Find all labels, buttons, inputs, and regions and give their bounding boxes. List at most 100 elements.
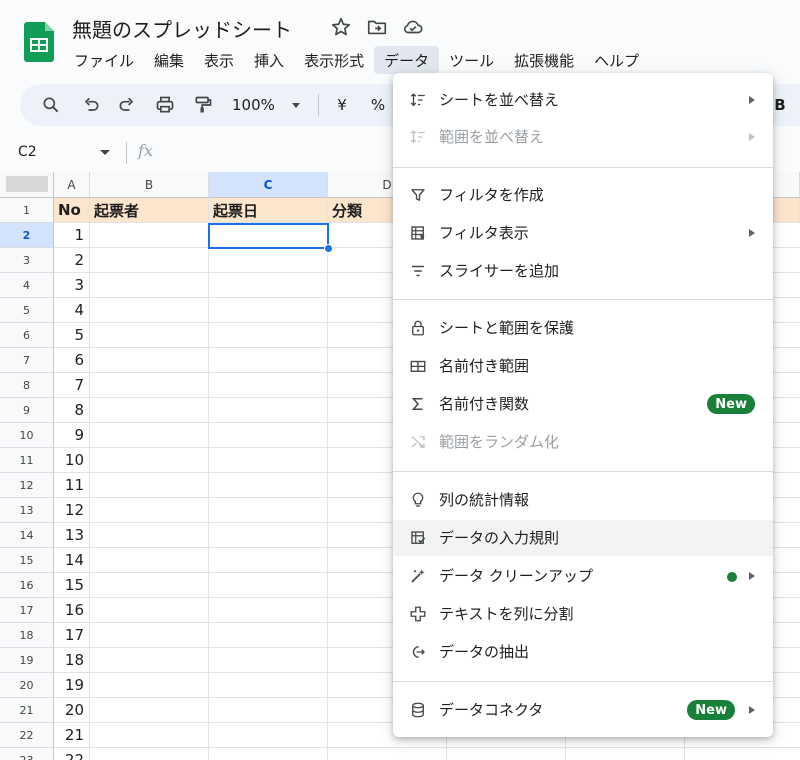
row-header[interactable]: 14 (0, 523, 54, 548)
menu-item-named-functions[interactable]: 名前付き関数 New (393, 386, 773, 422)
row-header[interactable]: 1 (0, 198, 54, 223)
search-menus-button[interactable] (40, 94, 62, 116)
row-header[interactable]: 5 (0, 298, 54, 323)
cell-no[interactable]: 14 (54, 548, 90, 573)
menu-item-label: 名前付き関数 (439, 395, 530, 413)
name-box[interactable]: C2 (18, 144, 37, 160)
row-header[interactable]: 20 (0, 673, 54, 698)
menu-item-data-connectors[interactable]: データコネクタ New (393, 692, 773, 728)
cell-no[interactable]: 10 (54, 448, 90, 473)
cell-no[interactable]: 1 (54, 223, 90, 248)
menu-format[interactable]: 表示形式 (294, 46, 374, 74)
menu-item-named-ranges[interactable]: 名前付き範囲 (393, 348, 773, 384)
cell-b1[interactable]: 起票者 (90, 198, 209, 223)
undo-button[interactable] (80, 94, 102, 116)
column-header-c[interactable]: C (209, 172, 328, 198)
row-header[interactable]: 7 (0, 348, 54, 373)
cell-no[interactable]: 8 (54, 398, 90, 423)
fill-handle[interactable] (324, 244, 333, 253)
row-header[interactable]: 10 (0, 423, 54, 448)
cell-no[interactable]: 11 (54, 473, 90, 498)
menu-extensions[interactable]: 拡張機能 (504, 46, 584, 74)
cell-no[interactable]: 21 (54, 723, 90, 748)
column-header-b[interactable]: B (90, 172, 209, 198)
cell-no[interactable]: 16 (54, 598, 90, 623)
cell-no[interactable]: 22 (54, 748, 90, 760)
cell-no[interactable]: 17 (54, 623, 90, 648)
menu-view[interactable]: 表示 (194, 46, 244, 74)
row-header[interactable]: 23 (0, 748, 54, 760)
menu-item-column-stats[interactable]: 列の統計情報 (393, 482, 773, 518)
menu-file[interactable]: ファイル (64, 46, 144, 74)
cell-no[interactable]: 13 (54, 523, 90, 548)
menu-item-label: 列の統計情報 (439, 491, 530, 509)
star-icon[interactable] (330, 16, 352, 38)
row-header[interactable]: 16 (0, 573, 54, 598)
cell-no[interactable]: 6 (54, 348, 90, 373)
cell-no[interactable]: 3 (54, 273, 90, 298)
menu-item-data-cleanup[interactable]: データ クリーンアップ (393, 558, 773, 594)
redo-button[interactable] (116, 94, 138, 116)
sheets-logo-icon[interactable] (24, 22, 54, 62)
cell-no[interactable]: 7 (54, 373, 90, 398)
menu-edit[interactable]: 編集 (144, 46, 194, 74)
row-header[interactable]: 13 (0, 498, 54, 523)
menu-insert[interactable]: 挿入 (244, 46, 294, 74)
row-header[interactable]: 2 (0, 223, 54, 248)
active-cell-c2[interactable] (208, 223, 329, 249)
menu-item-split-text[interactable]: テキストを列に分割 (393, 596, 773, 632)
row-header[interactable]: 11 (0, 448, 54, 473)
document-title[interactable]: 無題のスプレッドシート (72, 14, 292, 43)
zoom-dropdown-arrow[interactable] (290, 94, 302, 116)
cloud-saved-icon[interactable] (402, 16, 424, 38)
menu-item-create-filter[interactable]: フィルタを作成 (393, 177, 773, 213)
zoom-select[interactable]: 100% (232, 94, 280, 116)
row-header[interactable]: 4 (0, 273, 54, 298)
currency-format-button[interactable]: ¥ (334, 94, 350, 116)
row-header[interactable]: 18 (0, 623, 54, 648)
cell-a1[interactable]: No (54, 198, 90, 223)
cell-no[interactable]: 12 (54, 498, 90, 523)
bold-button[interactable]: B (772, 94, 788, 116)
menu-data[interactable]: データ (374, 46, 440, 74)
row-header[interactable]: 6 (0, 323, 54, 348)
row-header[interactable]: 19 (0, 648, 54, 673)
menu-tools[interactable]: ツール (439, 46, 504, 74)
row-header[interactable]: 8 (0, 373, 54, 398)
cell-c1[interactable]: 起票日 (209, 198, 328, 223)
cell-no[interactable]: 15 (54, 573, 90, 598)
row-header[interactable]: 9 (0, 398, 54, 423)
percent-format-button[interactable]: % (370, 94, 386, 116)
paint-format-button[interactable] (192, 94, 214, 116)
row-header[interactable]: 12 (0, 473, 54, 498)
print-button[interactable] (154, 94, 176, 116)
cell-no[interactable]: 4 (54, 298, 90, 323)
row-header[interactable]: 21 (0, 698, 54, 723)
cell-no[interactable]: 9 (54, 423, 90, 448)
menu-item-sort-sheet[interactable]: シートを並べ替え (393, 82, 773, 118)
menu-item-sort-range[interactable]: 範囲を並べ替え (393, 119, 773, 155)
move-folder-icon[interactable] (366, 16, 388, 38)
menu-item-randomize-range[interactable]: 範囲をランダム化 (393, 424, 773, 460)
shuffle-icon (407, 432, 429, 452)
select-all-corner[interactable] (0, 172, 54, 198)
menu-item-filter-views[interactable]: フィルタ表示 (393, 215, 773, 251)
cell-no[interactable]: 18 (54, 648, 90, 673)
menu-item-label: データ クリーンアップ (439, 567, 594, 585)
row-header[interactable]: 17 (0, 598, 54, 623)
row-header[interactable]: 22 (0, 723, 54, 748)
filter-icon (407, 185, 429, 205)
cell-no[interactable]: 5 (54, 323, 90, 348)
cell-no[interactable]: 20 (54, 698, 90, 723)
menu-item-add-slicer[interactable]: スライサーを追加 (393, 253, 773, 289)
menu-item-data-validation[interactable]: データの入力規則 (393, 520, 773, 556)
cell-no[interactable]: 19 (54, 673, 90, 698)
cell-no[interactable]: 2 (54, 248, 90, 273)
column-header-a[interactable]: A (54, 172, 90, 198)
name-box-caret-icon[interactable] (100, 150, 110, 155)
menu-help[interactable]: ヘルプ (584, 46, 649, 74)
row-header[interactable]: 3 (0, 248, 54, 273)
row-header[interactable]: 15 (0, 548, 54, 573)
menu-item-data-extraction[interactable]: データの抽出 (393, 634, 773, 670)
menu-item-protect[interactable]: シートと範囲を保護 (393, 310, 773, 346)
